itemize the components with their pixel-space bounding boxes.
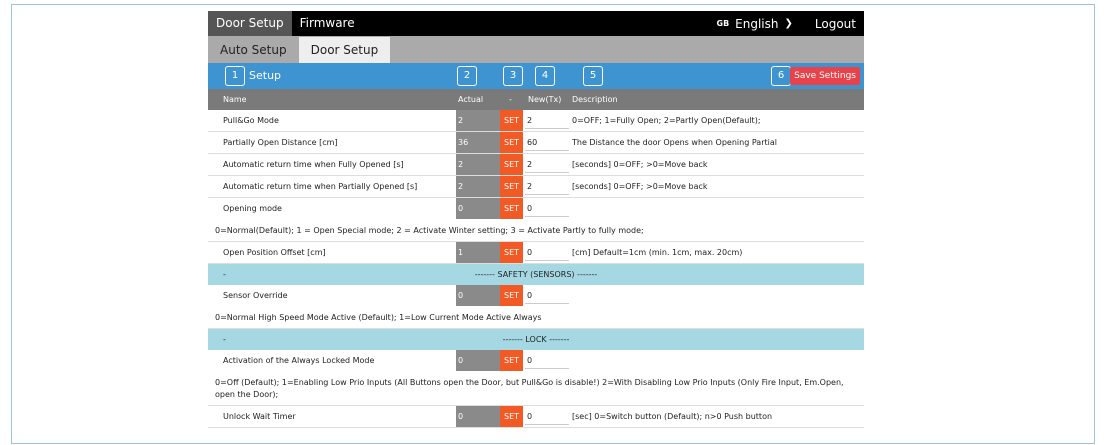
set-button[interactable]: SET (500, 406, 523, 427)
set-button[interactable]: SET (500, 198, 523, 219)
row-description: [seconds] 0=OFF; >0=Move back (572, 160, 708, 169)
row-actual: 2 (456, 176, 500, 197)
row-name: Automatic return time when Partially Ope… (223, 182, 418, 191)
marker-3: 3 (503, 66, 523, 86)
new-value-input[interactable] (525, 244, 569, 261)
row-name: Open Position Offset [cm] (223, 248, 326, 257)
section-lock: - ------- LOCK ------- (208, 329, 864, 350)
marker-2: 2 (457, 66, 477, 86)
flag-gb-icon: GB (716, 19, 730, 28)
section-safety-label: ------- SAFETY (SENSORS) ------- (474, 270, 598, 279)
row-description: [cm] Default=1cm (min. 1cm, max. 20cm) (572, 248, 743, 257)
set-button[interactable]: SET (500, 350, 523, 371)
set-button[interactable]: SET (500, 110, 523, 131)
row-description: The Distance the door Opens when Opening… (572, 138, 777, 147)
door-setup-app: Door Setup Firmware GB English ❯ Logout … (208, 11, 864, 428)
row-actual: 0 (456, 285, 500, 306)
top-navbar: Door Setup Firmware GB English ❯ Logout (208, 11, 864, 36)
language-select[interactable]: English (735, 17, 778, 31)
save-settings-button[interactable]: Save Settings (790, 67, 860, 85)
table-row: Partially Open Distance [cm] 36 SET The … (208, 132, 864, 154)
marker-6: 6 (771, 66, 791, 86)
section-safety: - ------- SAFETY (SENSORS) ------- (208, 264, 864, 285)
set-button[interactable]: SET (500, 132, 523, 153)
table-header: Name Actual - New(Tx) Description (208, 89, 864, 110)
set-button[interactable]: SET (500, 176, 523, 197)
row-actual: 2 (456, 154, 500, 175)
set-button[interactable]: SET (500, 154, 523, 175)
new-value-input[interactable] (525, 178, 569, 195)
row-name: Partially Open Distance [cm] (223, 138, 338, 147)
row-name: Automatic return time when Fully Opened … (223, 160, 404, 169)
row-actual: 36 (456, 132, 500, 153)
set-button[interactable]: SET (500, 285, 523, 306)
row-actual: 0 (456, 198, 500, 219)
nav-tab-firmware[interactable]: Firmware (292, 11, 363, 36)
always-locked-note: 0=Off (Default); 1=Enabling Low Prio Inp… (208, 371, 864, 406)
row-description: [sec] 0=Switch button (Default); n>0 Pus… (572, 412, 773, 421)
table-row: Opening mode 0 SET (208, 198, 864, 219)
row-actual: 0 (456, 350, 500, 371)
new-value-input[interactable] (525, 134, 569, 151)
new-value-input[interactable] (525, 287, 569, 304)
table-row: Unlock Wait Timer 0 SET [sec] 0=Switch b… (208, 406, 864, 428)
row-name: Opening mode (223, 204, 282, 213)
set-button[interactable]: SET (500, 242, 523, 263)
opening-mode-note: 0=Normal(Default); 1 = Open Special mode… (208, 219, 864, 242)
column-set: - (509, 95, 512, 104)
table-row: Activation of the Always Locked Mode 0 S… (208, 350, 864, 371)
logout-link[interactable]: Logout (815, 17, 856, 31)
chevron-down-icon[interactable]: ❯ (785, 18, 793, 29)
panel-header: Setup 1 2 3 4 5 6 Save Settings (208, 63, 864, 89)
table-row: Automatic return time when Fully Opened … (208, 154, 864, 176)
tab-auto-setup[interactable]: Auto Setup (208, 37, 299, 63)
new-value-input[interactable] (525, 352, 569, 369)
row-actual: 2 (456, 110, 500, 131)
row-description: 0=OFF; 1=Fully Open; 2=Partly Open(Defau… (572, 116, 761, 125)
row-actual: 1 (456, 242, 500, 263)
column-description: Description (572, 95, 618, 104)
row-name: Unlock Wait Timer (223, 412, 296, 421)
row-name: Activation of the Always Locked Mode (223, 356, 375, 365)
tab-door-setup[interactable]: Door Setup (298, 37, 391, 63)
row-description: [seconds] 0=OFF; >0=Move back (572, 182, 708, 191)
new-value-input[interactable] (525, 200, 569, 217)
nav-tab-door-setup[interactable]: Door Setup (208, 11, 292, 36)
new-value-input[interactable] (525, 156, 569, 173)
column-name: Name (223, 95, 247, 104)
table-row: Pull&Go Mode 2 SET 0=OFF; 1=Fully Open; … (208, 110, 864, 132)
new-value-input[interactable] (525, 112, 569, 129)
section-lock-label: ------- LOCK ------- (502, 335, 570, 344)
new-value-input[interactable] (525, 408, 569, 425)
row-actual: 0 (456, 406, 500, 427)
table-row: Sensor Override 0 SET (208, 285, 864, 306)
marker-1: 1 (225, 66, 245, 86)
sensor-override-note: 0=Normal High Speed Mode Active (Default… (208, 306, 864, 329)
sub-tabs: Auto Setup Door Setup (208, 36, 864, 63)
row-name: Sensor Override (223, 291, 288, 300)
marker-4: 4 (535, 66, 555, 86)
table-row: Automatic return time when Partially Ope… (208, 176, 864, 198)
panel-title: Setup (249, 69, 282, 82)
marker-5: 5 (583, 66, 603, 86)
column-new: New(Tx) (528, 95, 562, 104)
table-row: Open Position Offset [cm] 1 SET [cm] Def… (208, 242, 864, 264)
column-actual: Actual (458, 95, 484, 104)
row-name: Pull&Go Mode (223, 116, 279, 125)
